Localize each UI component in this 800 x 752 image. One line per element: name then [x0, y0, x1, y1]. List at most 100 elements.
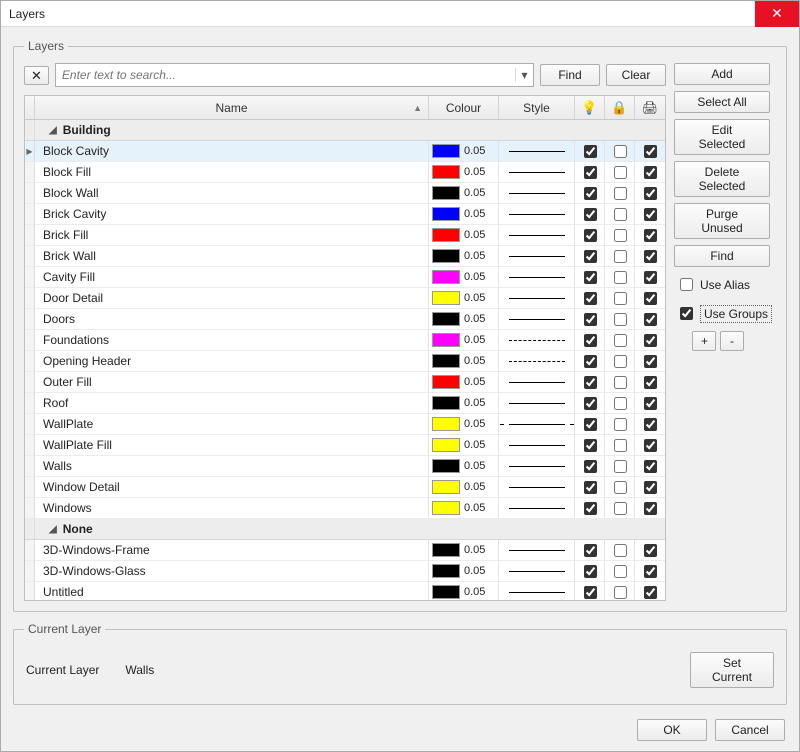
- print-checkbox[interactable]: [644, 313, 657, 326]
- visible-checkbox[interactable]: [584, 250, 597, 263]
- layer-locked-cell[interactable]: [605, 456, 635, 477]
- layer-name-cell[interactable]: Cavity Fill: [35, 267, 429, 288]
- layer-style-cell[interactable]: [499, 330, 575, 351]
- layer-visible-cell[interactable]: [575, 204, 605, 225]
- print-checkbox[interactable]: [644, 166, 657, 179]
- layer-style-cell[interactable]: [499, 183, 575, 204]
- layer-locked-cell[interactable]: [605, 183, 635, 204]
- layer-locked-cell[interactable]: [605, 540, 635, 561]
- visible-checkbox[interactable]: [584, 481, 597, 494]
- layer-locked-cell[interactable]: [605, 414, 635, 435]
- locked-checkbox[interactable]: [614, 481, 627, 494]
- layer-colour-cell[interactable]: 0.05: [429, 414, 499, 435]
- visible-checkbox[interactable]: [584, 208, 597, 221]
- layer-print-cell[interactable]: [635, 225, 665, 246]
- layer-style-cell[interactable]: [499, 435, 575, 456]
- layer-locked-cell[interactable]: [605, 498, 635, 519]
- layer-style-cell[interactable]: [499, 456, 575, 477]
- print-checkbox[interactable]: [644, 502, 657, 515]
- clear-search-button[interactable]: ✕: [24, 66, 49, 85]
- layer-locked-cell[interactable]: [605, 351, 635, 372]
- visible-checkbox[interactable]: [584, 418, 597, 431]
- layer-name-cell[interactable]: Door Detail: [35, 288, 429, 309]
- layer-name-cell[interactable]: Brick Fill: [35, 225, 429, 246]
- search-combo[interactable]: ▾: [55, 63, 534, 87]
- layer-colour-cell[interactable]: 0.05: [429, 267, 499, 288]
- layer-row[interactable]: 3D-Windows-Glass0.05: [25, 561, 665, 582]
- layer-row[interactable]: Cavity Fill0.05: [25, 267, 665, 288]
- layer-locked-cell[interactable]: [605, 477, 635, 498]
- layer-name-cell[interactable]: Roof: [35, 393, 429, 414]
- layer-row[interactable]: 3D-Windows-Frame0.05: [25, 540, 665, 561]
- layer-name-cell[interactable]: Block Fill: [35, 162, 429, 183]
- print-checkbox[interactable]: [644, 250, 657, 263]
- print-checkbox[interactable]: [644, 565, 657, 578]
- layer-row[interactable]: Walls0.05: [25, 456, 665, 477]
- layer-style-cell[interactable]: [499, 288, 575, 309]
- locked-checkbox[interactable]: [614, 586, 627, 599]
- layer-locked-cell[interactable]: [605, 330, 635, 351]
- print-checkbox[interactable]: [644, 481, 657, 494]
- layer-print-cell[interactable]: [635, 267, 665, 288]
- print-checkbox[interactable]: [644, 334, 657, 347]
- print-checkbox[interactable]: [644, 145, 657, 158]
- layer-style-cell[interactable]: [499, 162, 575, 183]
- layer-locked-cell[interactable]: [605, 309, 635, 330]
- visible-checkbox[interactable]: [584, 397, 597, 410]
- edit-selected-button[interactable]: Edit Selected: [674, 119, 770, 155]
- layer-style-cell[interactable]: [499, 582, 575, 600]
- visible-checkbox[interactable]: [584, 166, 597, 179]
- layer-print-cell[interactable]: [635, 351, 665, 372]
- layer-style-cell[interactable]: [499, 225, 575, 246]
- layer-name-cell[interactable]: Brick Cavity: [35, 204, 429, 225]
- visible-checkbox[interactable]: [584, 334, 597, 347]
- locked-checkbox[interactable]: [614, 355, 627, 368]
- layer-locked-cell[interactable]: [605, 582, 635, 600]
- purge-unused-button[interactable]: Purge Unused: [674, 203, 770, 239]
- layer-visible-cell[interactable]: [575, 561, 605, 582]
- layer-visible-cell[interactable]: [575, 141, 605, 162]
- print-checkbox[interactable]: [644, 376, 657, 389]
- layer-name-cell[interactable]: Outer Fill: [35, 372, 429, 393]
- visible-checkbox[interactable]: [584, 544, 597, 557]
- locked-checkbox[interactable]: [614, 145, 627, 158]
- layer-row[interactable]: Opening Header0.05: [25, 351, 665, 372]
- layer-colour-cell[interactable]: 0.05: [429, 435, 499, 456]
- header-style[interactable]: Style: [499, 96, 575, 119]
- print-checkbox[interactable]: [644, 355, 657, 368]
- layer-row[interactable]: Brick Fill0.05: [25, 225, 665, 246]
- layer-style-cell[interactable]: [499, 351, 575, 372]
- layer-locked-cell[interactable]: [605, 162, 635, 183]
- layer-name-cell[interactable]: Doors: [35, 309, 429, 330]
- locked-checkbox[interactable]: [614, 418, 627, 431]
- layer-colour-cell[interactable]: 0.05: [429, 309, 499, 330]
- layer-print-cell[interactable]: [635, 372, 665, 393]
- layer-style-cell[interactable]: [499, 540, 575, 561]
- layer-print-cell[interactable]: [635, 393, 665, 414]
- layer-name-cell[interactable]: Opening Header: [35, 351, 429, 372]
- print-checkbox[interactable]: [644, 208, 657, 221]
- set-current-button[interactable]: Set Current: [690, 652, 774, 688]
- layer-visible-cell[interactable]: [575, 435, 605, 456]
- layer-style-cell[interactable]: [499, 267, 575, 288]
- layer-print-cell[interactable]: [635, 540, 665, 561]
- locked-checkbox[interactable]: [614, 187, 627, 200]
- layer-print-cell[interactable]: [635, 162, 665, 183]
- layer-name-cell[interactable]: Foundations: [35, 330, 429, 351]
- layer-row[interactable]: Window Detail0.05: [25, 477, 665, 498]
- print-checkbox[interactable]: [644, 187, 657, 200]
- locked-checkbox[interactable]: [614, 376, 627, 389]
- layer-row[interactable]: Brick Cavity0.05: [25, 204, 665, 225]
- layer-locked-cell[interactable]: [605, 267, 635, 288]
- layer-visible-cell[interactable]: [575, 456, 605, 477]
- print-checkbox[interactable]: [644, 292, 657, 305]
- layer-print-cell[interactable]: [635, 456, 665, 477]
- layer-name-cell[interactable]: 3D-Windows-Glass: [35, 561, 429, 582]
- layer-row[interactable]: Block Fill0.05: [25, 162, 665, 183]
- layer-visible-cell[interactable]: [575, 414, 605, 435]
- header-name[interactable]: Name ▲: [35, 96, 429, 119]
- layer-colour-cell[interactable]: 0.05: [429, 456, 499, 477]
- visible-checkbox[interactable]: [584, 229, 597, 242]
- collapse-groups-button[interactable]: -: [720, 331, 744, 351]
- locked-checkbox[interactable]: [614, 166, 627, 179]
